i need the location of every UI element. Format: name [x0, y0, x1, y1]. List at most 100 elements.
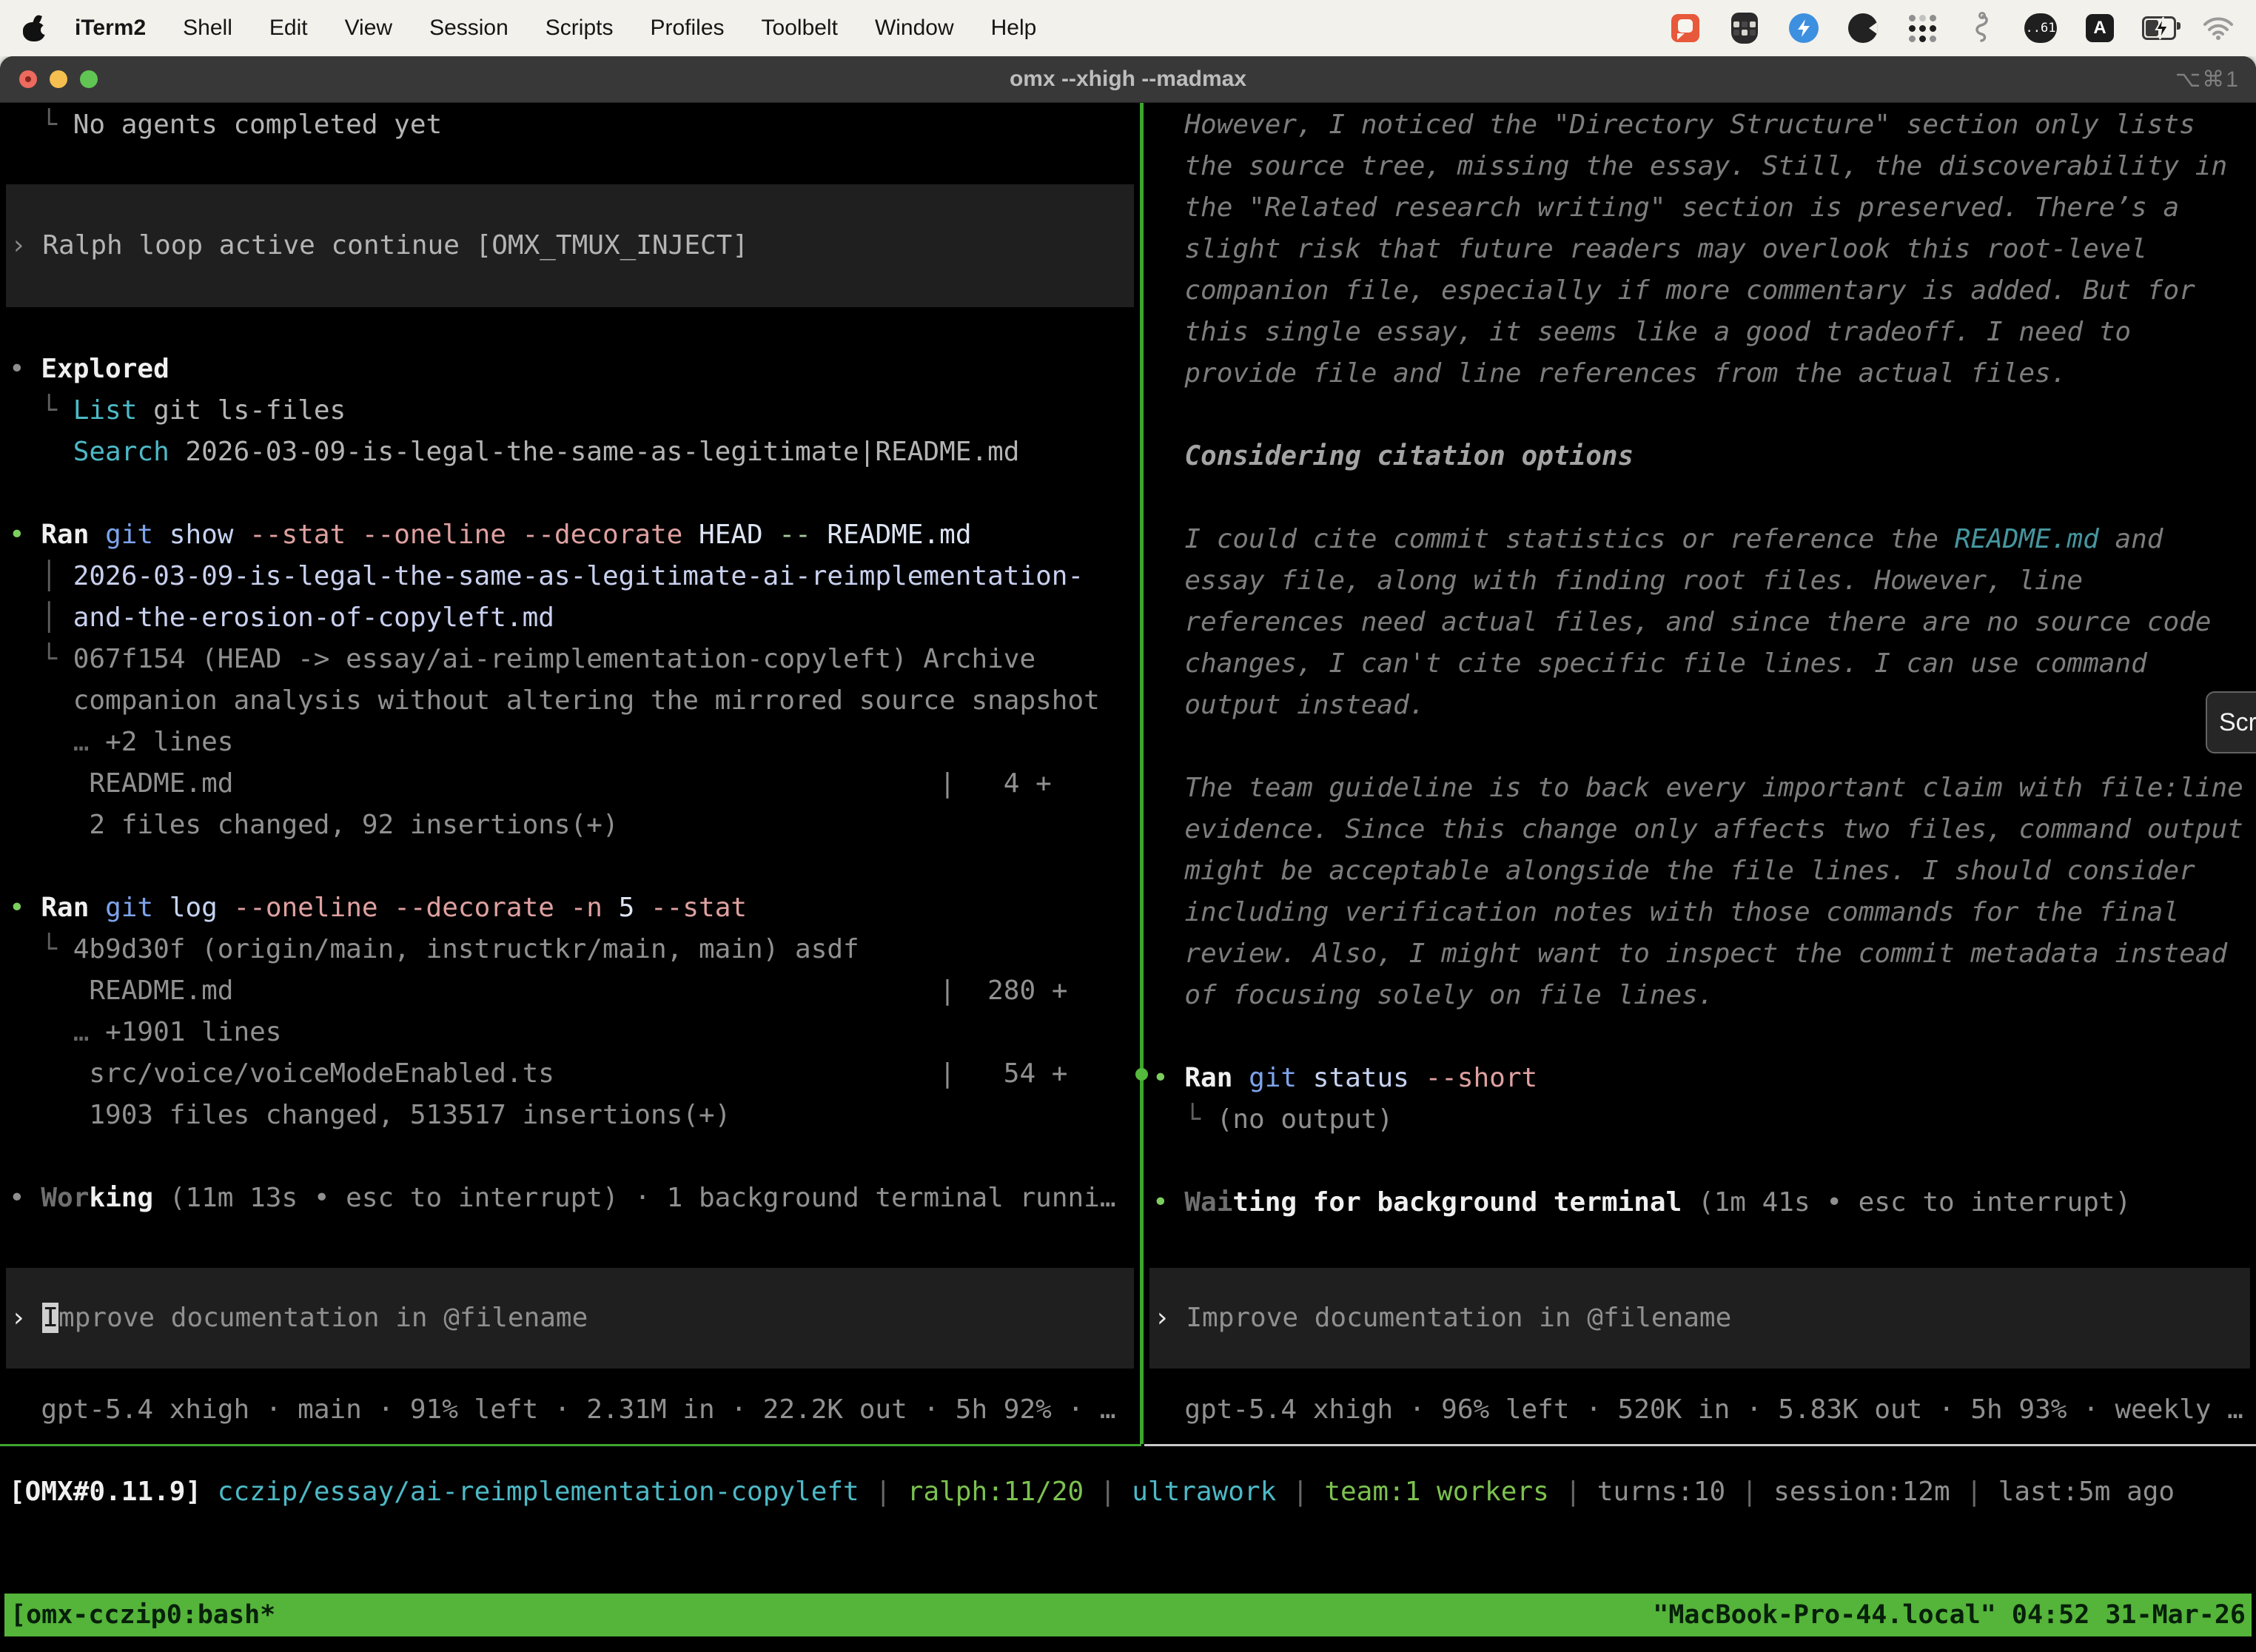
omx-status-line: [OMX#0.11.9] cczip/essay/ai-reimplementa…	[9, 1471, 2175, 1513]
tmux-status-bar: [omx-cczip0:bash* "MacBook-Pro-44.local"…	[4, 1594, 2252, 1636]
traffic-lights	[19, 70, 98, 88]
privacy-shield-icon-part	[1742, 30, 1748, 36]
battery-charging-icon[interactable]	[2142, 11, 2176, 45]
tmux-session-label[interactable]: [omx-cczip0:bash*	[10, 1600, 275, 1630]
text-segment: mprove documentation in @filename	[58, 1303, 588, 1333]
text-segment: evidence. Since this change only affects…	[1152, 814, 2243, 845]
text-segment: 2026-03-09-is-legal-the-same-as-legitima…	[73, 561, 1084, 591]
text-segment: └	[1152, 1104, 1217, 1135]
text-segment: ralph:11/20	[907, 1477, 1084, 1507]
battery-charging-icon-part	[2155, 16, 2169, 41]
text-segment: references need actual files, and since …	[1152, 607, 2211, 637]
hook-glyph-icon-part	[1973, 12, 1990, 44]
battery-percent-badge-icon[interactable]: ..61	[2024, 11, 2058, 45]
terminal-line: │ 2026-03-09-is-legal-the-same-as-legiti…	[9, 556, 1140, 597]
text-segment: •	[9, 1183, 41, 1213]
terminal-line: README.md | 4 +	[9, 763, 1140, 805]
terminal-line: └ No agents completed yet	[9, 104, 1140, 146]
text-segment: └	[9, 395, 73, 426]
text-segment: Search	[73, 437, 169, 467]
text-segment: I	[42, 1303, 58, 1333]
text-segment: the source tree, missing the essay. Stil…	[1152, 151, 2227, 181]
text-segment: git	[89, 520, 153, 550]
app-grid-icon-part	[1919, 25, 1926, 32]
terminal-line: README.md | 280 +	[9, 970, 1140, 1012]
privacy-shield-icon[interactable]	[1728, 11, 1762, 45]
terminal-line: I could cite commit statistics or refere…	[1152, 519, 2256, 560]
menu-item-profiles[interactable]: Profiles	[631, 16, 742, 40]
iterm-window: omx --xhigh --madmax ⌥⌘1 └ No agents com…	[0, 56, 2256, 1652]
text-segment: of focusing solely on file lines.	[1152, 980, 1714, 1010]
right-prompt-input[interactable]: › Improve documentation in @filename	[1149, 1268, 2250, 1369]
text-segment: └	[9, 110, 73, 140]
terminal-line: the source tree, missing the essay. Stil…	[1152, 146, 2256, 187]
terminal-line: changes, I can't cite specific file line…	[1152, 643, 2256, 685]
app-grid-icon[interactable]	[1905, 11, 1939, 45]
app-grid-icon-part	[1909, 15, 1916, 21]
titlebar[interactable]: omx --xhigh --madmax ⌥⌘1	[0, 56, 2256, 103]
text-segment: git ls-files	[137, 395, 346, 426]
text-segment	[1152, 1394, 1184, 1425]
app-grid-icon-part	[1909, 15, 1936, 42]
text-segment: Ran	[41, 520, 89, 550]
text-segment	[9, 1394, 41, 1425]
terminal-line: • Waiting for background terminal (1m 41…	[1152, 1182, 2256, 1223]
minimize-button[interactable]	[50, 70, 67, 88]
terminal-line: 2 files changed, 92 insertions(+)	[9, 805, 1140, 846]
apple-logo-icon[interactable]	[22, 15, 46, 41]
text-segment: +1901 lines	[89, 1017, 281, 1047]
text-segment: the "Related research writing" section i…	[1152, 192, 2179, 223]
screenshot-app-icon[interactable]	[1668, 11, 1702, 45]
text-segment: HEAD	[682, 520, 762, 550]
menu-item-iterm2[interactable]: iTerm2	[56, 16, 164, 40]
menu-item-session[interactable]: Session	[411, 16, 527, 40]
menu-item-shell[interactable]: Shell	[164, 16, 251, 40]
text-segment: ultrawork	[1132, 1477, 1276, 1507]
privacy-shield-icon-part	[1731, 13, 1758, 44]
terminal-line: of focusing solely on file lines.	[1152, 975, 2256, 1016]
app-grid-icon-part	[1919, 15, 1926, 21]
menu-item-scripts[interactable]: Scripts	[527, 16, 632, 40]
text-segment: and-the-erosion-of-copyleft.md	[73, 602, 554, 633]
text-segment: session:12m	[1773, 1477, 1950, 1507]
text-segment: Ralph loop active continue [OMX_TMUX_INJ…	[42, 230, 748, 261]
zoom-button[interactable]	[80, 70, 98, 88]
menu-item-view[interactable]: View	[326, 16, 411, 40]
text-segment	[9, 437, 73, 467]
media-circle-icon[interactable]	[1846, 11, 1880, 45]
hook-glyph-icon[interactable]	[1964, 11, 1998, 45]
text-segment: king	[89, 1183, 153, 1213]
left-prompt-input[interactable]: › Improve documentation in @filename	[6, 1268, 1134, 1369]
menu-item-toolbelt[interactable]: Toolbelt	[743, 16, 856, 40]
menu-item-window[interactable]: Window	[856, 16, 973, 40]
blue-bolt-badge-icon[interactable]	[1787, 11, 1821, 45]
modified-indicator-dot	[25, 76, 31, 82]
terminal-line: Search 2026-03-09-is-legal-the-same-as-l…	[9, 432, 1140, 473]
window-shortcut-hint: ⌥⌘1	[2175, 67, 2240, 93]
text-segment: However, I noticed the "Directory Struct…	[1152, 110, 2195, 140]
pane-bottom-border-left	[0, 1444, 1141, 1446]
input-source-icon[interactable]: A	[2083, 11, 2117, 45]
menu-item-help[interactable]: Help	[973, 16, 1055, 40]
text-segment: 2 files changed, 92 insertions(+)	[89, 810, 618, 840]
privacy-shield-icon-part	[1742, 21, 1748, 27]
close-button[interactable]	[19, 70, 37, 88]
text-segment: last:5m ago	[1998, 1477, 2175, 1507]
terminal-line: … +2 lines	[9, 722, 1140, 763]
app-grid-icon-part	[1930, 15, 1936, 21]
wifi-icon-part	[2214, 32, 2223, 34]
screen-share-chip[interactable]: Scre	[2206, 691, 2256, 753]
text-segment: Wai	[1184, 1187, 1232, 1218]
text-segment	[9, 768, 89, 799]
text-segment: gpt-5.4 xhigh · main · 91% left · 2.31M …	[41, 1394, 1115, 1425]
menu-item-edit[interactable]: Edit	[251, 16, 326, 40]
text-segment: turns:10	[1597, 1477, 1725, 1507]
text-segment: companion file, especially if more comme…	[1152, 275, 2195, 306]
privacy-shield-icon-part	[1733, 30, 1739, 36]
blank-line	[1152, 477, 2256, 519]
wifi-icon[interactable]	[2201, 11, 2235, 45]
terminal-line: essay file, along with finding root file…	[1152, 560, 2256, 602]
terminal-line: └ (no output)	[1152, 1099, 2256, 1141]
terminal-line: └ List git ls-files	[9, 390, 1140, 432]
text-segment: 5	[602, 893, 634, 923]
